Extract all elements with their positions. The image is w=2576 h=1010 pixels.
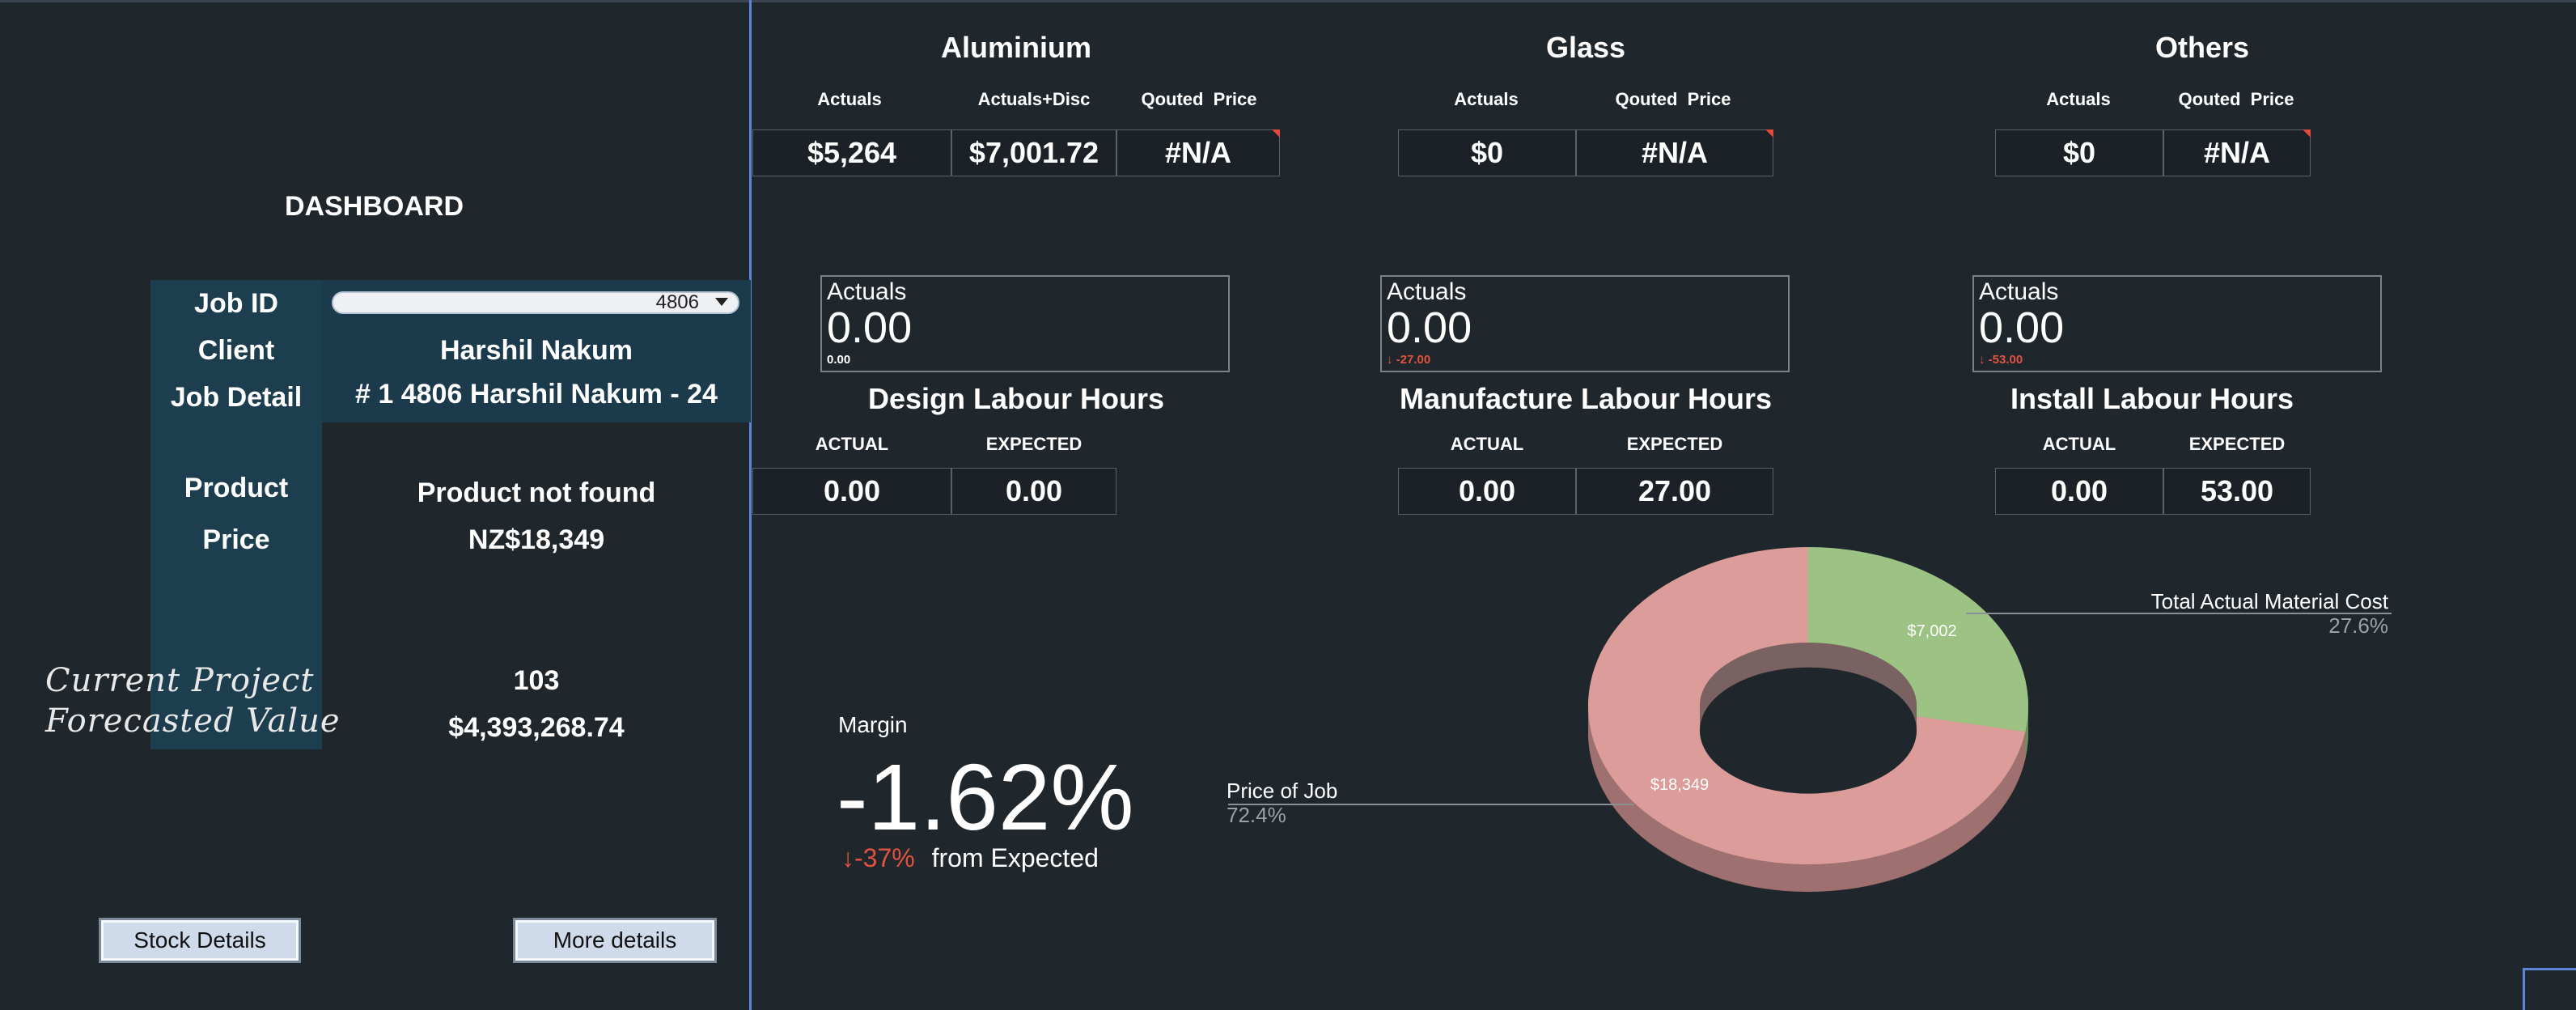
aluminium-header-actuals-disc: Actuals+Disc <box>977 89 1091 109</box>
others-actuals-cell: $0 <box>1995 129 2163 176</box>
comment-marker-icon <box>1765 129 1773 138</box>
margin-delta: ↓-37% from Expected <box>841 843 1099 873</box>
more-details-button[interactable]: More details <box>513 918 717 963</box>
data-label-material: $7,002 <box>1907 622 1956 640</box>
glass-actuals-cell: $0 <box>1398 129 1576 176</box>
glass-header-quoted: Qouted Price <box>1615 89 1731 109</box>
aluminium-header-actuals: Actuals <box>817 89 882 109</box>
design-header-expected: EXPECTED <box>985 434 1083 454</box>
dashboard-title: DASHBOARD <box>285 191 464 222</box>
kpi-label: Actuals <box>827 278 907 305</box>
donut-hole <box>1700 667 1917 794</box>
margin-delta-value: ↓-37% <box>841 843 915 872</box>
job-id-value: 4806 <box>655 291 699 313</box>
job-detail-value: # 1 4806 Harshil Nakum - 24 <box>355 379 718 410</box>
job-id-label: Job ID <box>194 288 278 319</box>
forecast-value: $4,393,268.74 <box>448 712 625 743</box>
legend-pct-material: 27.6% <box>2328 613 2388 638</box>
product-label: Product <box>184 473 289 503</box>
others-header-quoted: Qouted Price <box>2178 89 2294 109</box>
stock-details-button[interactable]: Stock Details <box>99 918 301 963</box>
kpi-value: 0.00 <box>1979 303 2065 352</box>
design-expected-cell: 0.00 <box>951 468 1116 515</box>
aluminium-actuals-disc-cell: $7,001.72 <box>951 129 1116 176</box>
glass-header-actuals: Actuals <box>1454 89 1519 109</box>
manufacture-actuals-kpi: Actuals 0.00 ↓ -27.00 <box>1380 275 1790 372</box>
client-value: Harshil Nakum <box>439 335 633 366</box>
install-labour-title: Install Labour Hours <box>2010 382 2294 415</box>
design-actual-cell: 0.00 <box>752 468 951 515</box>
install-expected-cell: 53.00 <box>2163 468 2311 515</box>
manufacture-expected-cell: 27.00 <box>1576 468 1773 515</box>
margin-value: -1.62% <box>837 745 1134 850</box>
comment-marker-icon <box>1272 129 1280 138</box>
kpi-value: 0.00 <box>1387 303 1472 352</box>
client-label: Client <box>197 335 275 366</box>
legend-label-material: Total Actual Material Cost <box>2151 589 2389 613</box>
kpi-delta: ↓ -27.00 <box>1387 353 1431 367</box>
price-label: Price <box>202 524 270 555</box>
job-id-dropdown[interactable]: 4806 <box>332 291 739 314</box>
manufacture-header-expected: EXPECTED <box>1626 434 1723 454</box>
legend-pct-price: 72.4% <box>1227 803 1286 827</box>
kpi-delta: 0.00 <box>827 353 851 367</box>
margin-label: Margin <box>838 712 908 737</box>
aluminium-header-quoted: Qouted Price <box>1141 89 1257 109</box>
design-labour-title: Design Labour Hours <box>867 382 1165 415</box>
aluminium-quoted-value: #N/A <box>1164 136 1232 169</box>
legend-label-price: Price of Job <box>1227 779 1337 803</box>
price-value: NZ$18,349 <box>468 524 605 555</box>
top-border <box>0 0 2576 2</box>
data-label-price: $18,349 <box>1650 776 1709 794</box>
glass-quoted-cell: #N/A <box>1576 129 1773 176</box>
margin-delta-suffix: from Expected <box>931 843 1099 872</box>
others-quoted-cell: #N/A <box>2163 129 2311 176</box>
kpi-label: Actuals <box>1387 278 1467 305</box>
forecast-label-line2: Forecasted Value <box>45 702 341 740</box>
design-header-actual: ACTUAL <box>815 434 889 454</box>
others-title: Others <box>2154 31 2250 64</box>
aluminium-quoted-cell: #N/A <box>1116 129 1280 176</box>
aluminium-actuals-cell: $5,264 <box>752 129 951 176</box>
product-value: Product not found <box>417 477 656 508</box>
glass-title: Glass <box>1545 31 1626 64</box>
manufacture-actual-cell: 0.00 <box>1398 468 1576 515</box>
glass-quoted-value: #N/A <box>1641 136 1709 169</box>
kpi-value: 0.00 <box>827 303 913 352</box>
job-detail-label: Job Detail <box>170 382 303 413</box>
install-actual-cell: 0.00 <box>1995 468 2163 515</box>
install-actuals-kpi: Actuals 0.00 ↓ -53.00 <box>1972 275 2382 372</box>
material-cost-donut-chart: Price of Job 72.4% Total Actual Material… <box>1227 547 2392 892</box>
chevron-down-icon[interactable] <box>715 298 728 306</box>
manufacture-labour-title: Manufacture Labour Hours <box>1399 382 1773 415</box>
others-quoted-value: #N/A <box>2203 136 2271 169</box>
design-actuals-kpi: Actuals 0.00 0.00 <box>820 275 1230 372</box>
comment-marker-icon <box>2303 129 2311 138</box>
kpi-delta: ↓ -53.00 <box>1979 353 2023 367</box>
project-count: 103 <box>513 665 560 696</box>
others-header-actuals: Actuals <box>2046 89 2111 109</box>
install-header-expected: EXPECTED <box>2188 434 2286 454</box>
install-header-actual: ACTUAL <box>2042 434 2116 454</box>
forecast-label-line1: Current Project <box>45 662 315 699</box>
manufacture-header-actual: ACTUAL <box>1450 434 1524 454</box>
aluminium-title: Aluminium <box>941 31 1091 64</box>
selected-cell-frame <box>2523 968 2576 1010</box>
kpi-label: Actuals <box>1979 278 2059 305</box>
